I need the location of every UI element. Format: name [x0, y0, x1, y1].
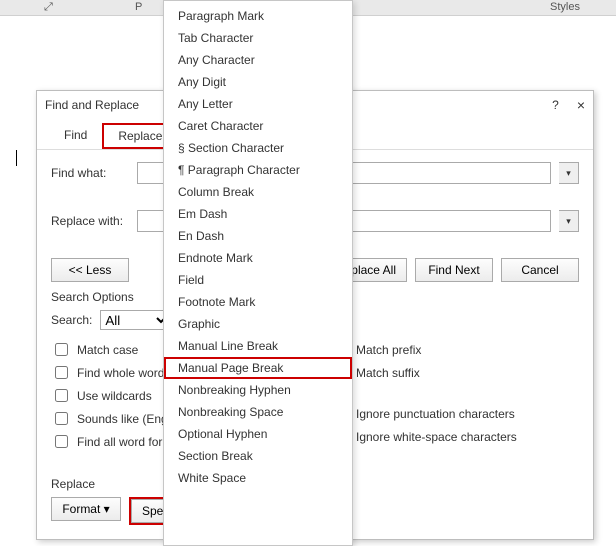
special-menu-item[interactable]: Column Break [164, 181, 352, 203]
match-case-label: Match case [77, 343, 138, 357]
special-menu-item[interactable]: Any Character [164, 49, 352, 71]
special-menu-item[interactable]: Footnote Mark [164, 291, 352, 313]
special-menu-item[interactable]: Optional Hyphen [164, 423, 352, 445]
special-menu-item[interactable]: Nonbreaking Hyphen [164, 379, 352, 401]
special-menu-item[interactable]: Any Digit [164, 71, 352, 93]
special-menu-item[interactable]: Nonbreaking Space [164, 401, 352, 423]
special-menu-item[interactable]: ¶ Paragraph Character [164, 159, 352, 181]
chevron-down-icon: ▾ [566, 168, 571, 179]
special-menu-item[interactable]: Tab Character [164, 27, 352, 49]
close-button[interactable]: × [577, 97, 585, 113]
format-button[interactable]: Format ▾ [51, 497, 121, 521]
special-menu-item[interactable]: Graphic [164, 313, 352, 335]
wildcards-label: Use wildcards [77, 389, 152, 403]
search-scope-label: Search: [51, 313, 92, 327]
special-menu-item[interactable]: Section Break [164, 445, 352, 467]
ignore-whitespace-check[interactable]: Ignore white-space characters [330, 427, 579, 446]
help-button[interactable]: ? [552, 98, 559, 112]
special-menu-item[interactable]: Endnote Mark [164, 247, 352, 269]
find-what-label: Find what: [51, 166, 129, 180]
special-menu-item[interactable]: Any Letter [164, 93, 352, 115]
ribbon-styles-label: Styles [550, 1, 580, 13]
ribbon-paragraph-label: P [135, 1, 142, 13]
cancel-button[interactable]: Cancel [501, 258, 579, 282]
ignore-whitespace-label: Ignore white-space characters [356, 430, 517, 444]
tab-replace-label: Replace [118, 129, 162, 143]
ignore-punct-check[interactable]: Ignore punctuation characters [330, 404, 579, 423]
special-menu-item[interactable]: Manual Page Break [164, 357, 352, 379]
special-menu-item[interactable]: Field [164, 269, 352, 291]
find-next-button[interactable]: Find Next [415, 258, 493, 282]
chevron-down-icon: ▾ [566, 216, 571, 227]
replace-with-history-dropdown[interactable]: ▾ [559, 210, 579, 232]
match-suffix-label: Match suffix [356, 366, 420, 380]
special-menu-item[interactable]: White Space [164, 467, 352, 489]
search-scope-select[interactable]: All [100, 310, 170, 330]
options-right-col: Match prefix Match suffix Ignore punctua… [330, 336, 579, 455]
find-what-history-dropdown[interactable]: ▾ [559, 162, 579, 184]
special-menu-item[interactable]: Caret Character [164, 115, 352, 137]
match-prefix-check[interactable]: Match prefix [330, 340, 579, 359]
tab-find[interactable]: Find [49, 123, 102, 149]
dialog-title-text: Find and Replace [45, 98, 139, 112]
less-button[interactable]: << Less [51, 258, 129, 282]
special-menu-item[interactable]: Paragraph Mark [164, 5, 352, 27]
special-menu-item[interactable]: § Section Character [164, 137, 352, 159]
tab-find-label: Find [64, 128, 87, 142]
special-dropdown-menu: Paragraph MarkTab CharacterAny Character… [163, 0, 353, 546]
replace-with-label: Replace with: [51, 214, 129, 228]
special-menu-item[interactable]: Manual Line Break [164, 335, 352, 357]
special-menu-item[interactable]: Em Dash [164, 203, 352, 225]
special-menu-item[interactable]: En Dash [164, 225, 352, 247]
match-prefix-label: Match prefix [356, 343, 421, 357]
text-cursor [16, 150, 17, 166]
match-suffix-check[interactable]: Match suffix [330, 363, 579, 382]
dialog-launcher-icon[interactable]: ⤢ [44, 1, 53, 14]
ignore-punct-label: Ignore punctuation characters [356, 407, 515, 421]
